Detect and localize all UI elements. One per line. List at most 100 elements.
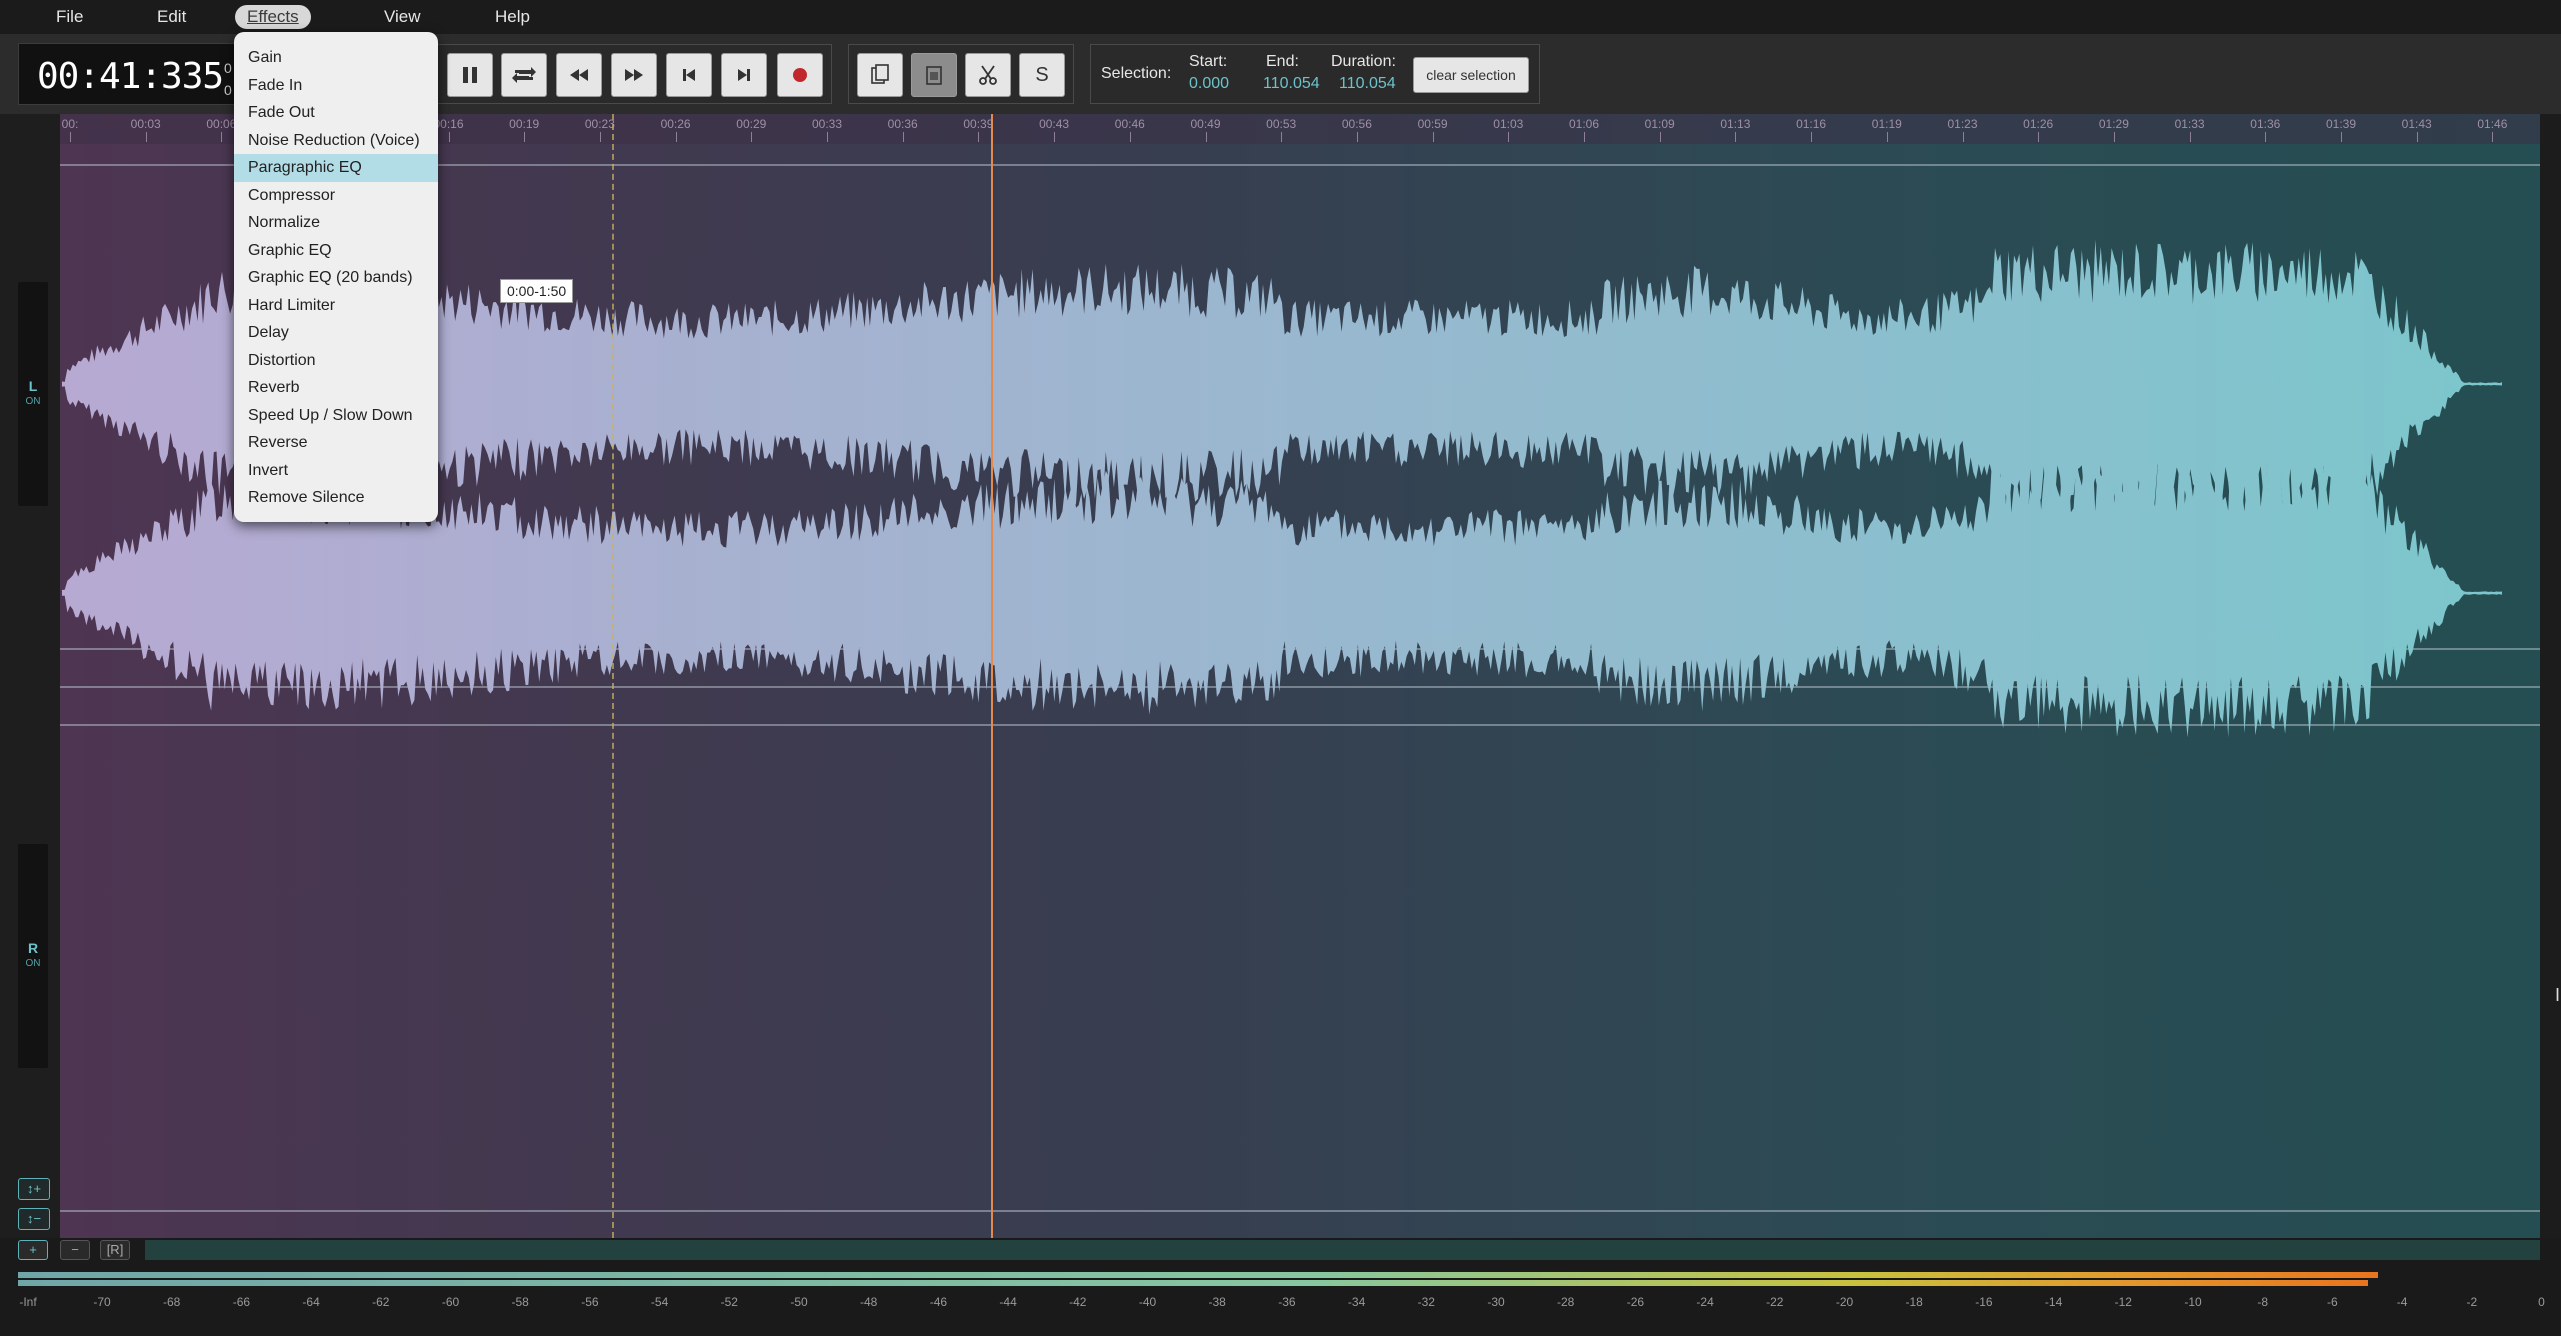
meter-scale-label: -40 — [1138, 1295, 1157, 1309]
left-channel-toggle[interactable]: L ON — [18, 282, 48, 506]
selection-panel: Selection: Start: 0.000 End: 110.054 Dur… — [1090, 44, 1540, 104]
effects-menu-item[interactable]: Graphic EQ (20 bands) — [234, 264, 438, 292]
menu-effects[interactable]: Effects — [235, 5, 311, 29]
meter-scale-label: -50 — [790, 1295, 808, 1309]
time-display: 00:41:335 0 0 — [18, 43, 238, 105]
meter-scale-label: -28 — [1557, 1295, 1575, 1309]
audio-editor-app: File Edit Effects View Help 00:41:335 0 … — [0, 0, 2561, 1336]
meter-scale-label: -10 — [2184, 1295, 2202, 1309]
meter-scale-label: -70 — [93, 1295, 111, 1309]
skip-end-icon — [738, 69, 750, 81]
right-channel-toggle[interactable]: R ON — [18, 844, 48, 1068]
channel-column: L ON R ON ↕+ ↕− — [0, 114, 60, 1238]
loop-button[interactable] — [501, 53, 547, 97]
skip-end-button[interactable] — [721, 53, 767, 97]
selection-label: Selection: — [1101, 65, 1172, 82]
meter-scale-label: -26 — [1626, 1295, 1645, 1309]
menu-file[interactable]: File — [44, 5, 95, 29]
horizontal-zoom-out-button[interactable]: − — [60, 1240, 90, 1260]
vertical-zoom-in-button[interactable]: ↕+ — [18, 1178, 50, 1200]
effects-menu-item[interactable]: Distortion — [234, 347, 438, 375]
s-button[interactable]: S — [1019, 53, 1065, 97]
clear-selection-button[interactable]: clear selection — [1413, 57, 1529, 93]
effects-menu-item[interactable]: Hard Limiter — [234, 292, 438, 320]
duration-value: 110.054 — [1339, 75, 1396, 92]
record-button[interactable] — [777, 53, 823, 97]
level-meter — [18, 1272, 2528, 1286]
skip-start-icon — [683, 69, 695, 81]
left-channel-letter: L — [28, 378, 38, 394]
right-channel-state: ON — [25, 958, 41, 969]
meter-scale-label: -36 — [1278, 1295, 1296, 1309]
meter-scale-label: -4 — [2396, 1295, 2408, 1309]
duration-label: Duration: — [1331, 53, 1396, 70]
horizontal-scrollbar[interactable] — [145, 1240, 2540, 1260]
effects-menu-item[interactable]: Delay — [234, 319, 438, 347]
effects-menu-item[interactable]: Graphic EQ — [234, 237, 438, 265]
meter-scale-label: -Inf — [19, 1295, 37, 1309]
start-label: Start: — [1189, 53, 1228, 70]
playhead[interactable] — [991, 114, 993, 1238]
effects-menu-item[interactable]: Paragraphic EQ — [234, 154, 438, 182]
edit-tools: S — [848, 44, 1074, 104]
effects-menu-item[interactable]: Remove Silence — [234, 484, 438, 512]
effects-menu-item[interactable]: Normalize — [234, 209, 438, 237]
effects-menu: Gain Fade In Fade Out Noise Reduction (Voic… — [234, 32, 438, 522]
current-time: 00:41:335 — [37, 56, 224, 97]
meter-scale-label: -24 — [1696, 1295, 1714, 1309]
mouse-cursor-icon: I — [2555, 985, 2561, 1005]
meter-scale-label: -64 — [302, 1295, 320, 1309]
menu-help[interactable]: Help — [483, 5, 542, 29]
effects-menu-item[interactable]: Compressor — [234, 182, 438, 210]
meter-scale-label: -32 — [1417, 1295, 1435, 1309]
effects-menu-item[interactable]: Noise Reduction (Voice) — [234, 127, 438, 155]
meter-scale-label: -54 — [650, 1295, 669, 1309]
record-icon — [793, 68, 807, 82]
meter-scale-label: -68 — [163, 1295, 181, 1309]
region-tooltip: 0:00-1:50 — [500, 279, 574, 303]
effects-menu-item[interactable]: Gain — [234, 44, 438, 72]
end-label: End: — [1266, 53, 1299, 70]
meter-scale-label: -48 — [860, 1295, 878, 1309]
copy-button[interactable] — [857, 53, 903, 97]
right-channel-letter: R — [27, 940, 39, 956]
meter-scale-label: -14 — [2044, 1295, 2063, 1309]
end-value: 110.054 — [1263, 75, 1320, 92]
effects-menu-item[interactable]: Invert — [234, 457, 438, 485]
time-sub-top: 0 — [224, 60, 232, 76]
reset-zoom-button[interactable]: [R] — [100, 1240, 130, 1260]
vertical-zoom-out-button[interactable]: ↕− — [18, 1208, 50, 1230]
time-sub-bottom: 0 — [224, 82, 232, 98]
pause-button[interactable] — [447, 53, 493, 97]
effects-menu-item[interactable]: Speed Up / Slow Down — [234, 402, 438, 430]
start-value: 0.000 — [1189, 75, 1230, 92]
skip-start-button[interactable] — [666, 53, 712, 97]
fast-forward-button[interactable] — [611, 53, 657, 97]
effects-menu-item[interactable]: Fade Out — [234, 99, 438, 127]
left-channel-state: ON — [25, 396, 41, 407]
pause-icon — [463, 67, 477, 83]
menu-edit[interactable]: Edit — [145, 5, 198, 29]
meter-scale-label: -12 — [2114, 1295, 2132, 1309]
meter-scale-label: -56 — [581, 1295, 599, 1309]
meter-scale-label: -8 — [2257, 1295, 2269, 1309]
paste-button[interactable] — [911, 53, 957, 97]
meter-scale-label: -18 — [1905, 1295, 1923, 1309]
menu-view[interactable]: View — [372, 5, 433, 29]
rewind-button[interactable] — [556, 53, 602, 97]
meter-scale-label: -30 — [1487, 1295, 1505, 1309]
effects-menu-item[interactable]: Reverse — [234, 429, 438, 457]
selection-cursor-line — [612, 114, 614, 1238]
effects-menu-item[interactable]: Reverb — [234, 374, 438, 402]
effects-menu-item[interactable]: Fade In — [234, 72, 438, 100]
cut-icon — [979, 65, 997, 85]
fast-forward-icon — [625, 69, 643, 81]
cut-button[interactable] — [965, 53, 1011, 97]
meter-scale-label: -62 — [372, 1295, 390, 1309]
meter-scale-label: -46 — [929, 1295, 948, 1309]
level-meter-left — [18, 1272, 2379, 1278]
meter-scale-label: -2 — [2466, 1295, 2478, 1309]
meter-scale-label: -20 — [1835, 1295, 1854, 1309]
horizontal-zoom-in-button[interactable]: + — [18, 1240, 48, 1260]
meter-scale-label: -58 — [511, 1295, 529, 1309]
